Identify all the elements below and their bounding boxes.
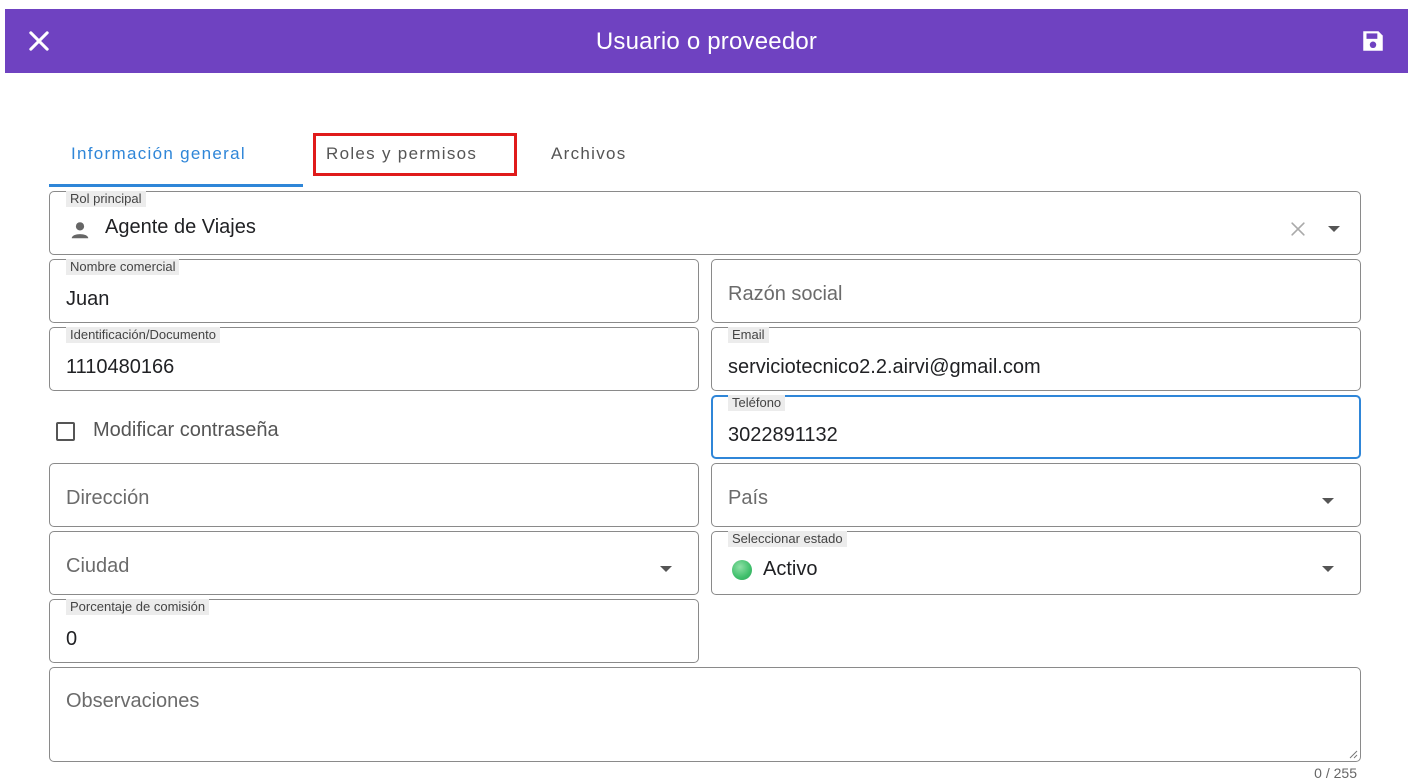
email-value: serviciotecnico2.2.airvi@gmail.com [728, 356, 1041, 378]
dialog-title: Usuario o proveedor [595, 28, 818, 55]
razon-social-field[interactable]: Razón social [711, 259, 1361, 323]
resize-handle-icon[interactable] [1348, 749, 1358, 759]
clear-icon[interactable] [1288, 219, 1308, 239]
porcentaje-comision-label: Porcentaje de comisión [66, 599, 210, 615]
telefono-value: 3022891132 [728, 424, 838, 446]
estado-label: Seleccionar estado [728, 531, 847, 547]
porcentaje-comision-field[interactable]: Porcentaje de comisión 0 [49, 599, 699, 663]
identificacion-label: Identificación/Documento [66, 327, 220, 343]
tab-informacion-general[interactable]: Información general [71, 130, 246, 184]
nombre-comercial-label: Nombre comercial [66, 259, 180, 275]
active-tab-indicator [49, 184, 303, 187]
chevron-down-icon[interactable] [1322, 566, 1334, 572]
rol-principal-label: Rol principal [66, 191, 146, 207]
observaciones-textarea[interactable]: Observaciones [49, 667, 1361, 762]
save-icon [1363, 31, 1383, 51]
chevron-down-icon[interactable] [1328, 226, 1340, 232]
modificar-contrasena-label[interactable]: Modificar contraseña [93, 419, 279, 442]
email-label: Email [728, 327, 769, 343]
rol-principal-value: Agente de Viajes [105, 216, 256, 238]
chevron-down-icon[interactable] [1322, 498, 1334, 504]
estado-select[interactable]: Seleccionar estado Activo [711, 531, 1361, 595]
dialog-header: Usuario o proveedor [5, 9, 1408, 73]
estado-value: Activo [763, 558, 818, 580]
ciudad-placeholder: Ciudad [66, 555, 130, 577]
direccion-placeholder: Dirección [66, 487, 150, 509]
telefono-field[interactable]: Teléfono 3022891132 [711, 395, 1361, 459]
pais-placeholder: País [728, 487, 769, 509]
pais-select[interactable]: País [711, 463, 1361, 527]
chevron-down-icon[interactable] [660, 566, 672, 572]
ciudad-select[interactable]: Ciudad [49, 531, 699, 595]
direccion-field[interactable]: Dirección [49, 463, 699, 527]
nombre-comercial-field[interactable]: Nombre comercial Juan [49, 259, 699, 323]
razon-social-placeholder: Razón social [728, 283, 843, 305]
character-counter: 0 / 255 [1314, 765, 1357, 780]
identificacion-field[interactable]: Identificación/Documento 1110480166 [49, 327, 699, 391]
observaciones-placeholder: Observaciones [66, 690, 200, 712]
nombre-comercial-value: Juan [66, 288, 110, 310]
telefono-label: Teléfono [728, 395, 786, 411]
save-button[interactable] [1360, 28, 1386, 54]
person-icon [71, 222, 89, 239]
modificar-contrasena-checkbox[interactable] [56, 422, 75, 441]
rol-principal-select[interactable]: Rol principal Agente de Viajes [49, 191, 1361, 255]
tab-archivos[interactable]: Archivos [551, 130, 627, 184]
tab-highlight-box [313, 133, 517, 176]
porcentaje-comision-value: 0 [66, 628, 78, 650]
status-dot-icon [732, 560, 752, 580]
tab-bar: Información general Roles y permisos Arc… [49, 130, 749, 188]
email-field[interactable]: Email serviciotecnico2.2.airvi@gmail.com [711, 327, 1361, 391]
identificacion-value: 1110480166 [66, 356, 175, 378]
